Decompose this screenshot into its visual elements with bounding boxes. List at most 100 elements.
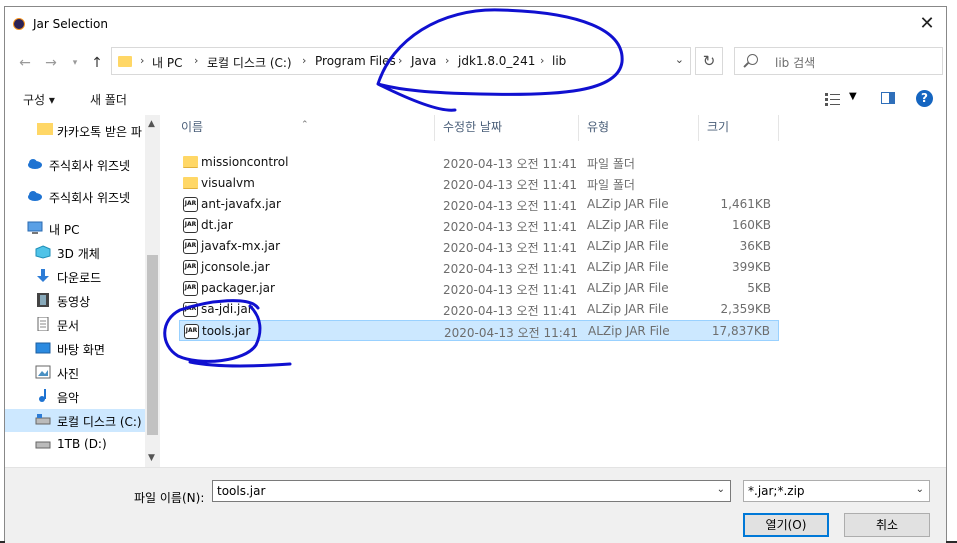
file-row[interactable]: JAR javafx-mx.jar 2020-04-13 오전 11:41 AL…	[179, 236, 779, 257]
filetype-value: *.jar;*.zip	[748, 484, 805, 498]
file-row[interactable]: JAR dt.jar 2020-04-13 오전 11:41 ALZip JAR…	[179, 215, 779, 236]
scrollbar-thumb[interactable]	[147, 255, 158, 435]
chevron-right-icon[interactable]: ›	[194, 54, 198, 67]
file-size: 5KB	[747, 281, 771, 295]
file-row[interactable]: missioncontrol 2020-04-13 오전 11:41 파일 폴더	[179, 152, 779, 173]
sidebar-item-local-disk[interactable]: 로컬 디스크 (C:)	[5, 409, 145, 432]
sidebar-item-music[interactable]: 음악	[5, 385, 145, 408]
filename-input[interactable]: tools.jar ⌄	[212, 480, 731, 502]
sidebar-item-desktop[interactable]: 바탕 화면	[5, 337, 145, 360]
file-type: ALZip JAR File	[588, 324, 670, 338]
column-header-date[interactable]: 수정한 날짜	[435, 115, 579, 141]
cancel-button[interactable]: 취소	[844, 513, 930, 537]
chevron-right-icon[interactable]: ›	[540, 54, 544, 67]
file-row-selected[interactable]: JAR tools.jar 2020-04-13 오전 11:41 ALZip …	[179, 320, 779, 341]
file-row[interactable]: JAR sa-jdi.jar 2020-04-13 오전 11:41 ALZip…	[179, 299, 779, 320]
forward-arrow-icon[interactable]: →	[41, 53, 61, 73]
file-row[interactable]: visualvm 2020-04-13 오전 11:41 파일 폴더	[179, 173, 779, 194]
dialog-footer: 파일 이름(N): tools.jar ⌄ *.jar;*.zip ⌄ 열기(O…	[5, 467, 946, 543]
file-row[interactable]: JAR ant-javafx.jar 2020-04-13 오전 11:41 A…	[179, 194, 779, 215]
file-name: sa-jdi.jar	[201, 302, 253, 316]
file-size: 160KB	[731, 218, 771, 232]
address-bar[interactable]: › 내 PC › 로컬 디스크 (C:) › Program Files › J…	[111, 47, 691, 75]
drive-icon	[35, 414, 51, 425]
column-header-size[interactable]: 크기	[699, 115, 779, 141]
view-options-icon[interactable]	[825, 92, 841, 106]
chevron-right-icon[interactable]: ›	[302, 54, 306, 67]
chevron-right-icon[interactable]: ›	[398, 54, 402, 67]
breadcrumb-local-disk[interactable]: 로컬 디스크 (C:)	[207, 54, 292, 71]
sidebar-item-onedrive-1[interactable]: 주식회사 위즈넷	[5, 153, 145, 176]
file-date: 2020-04-13 오전 11:41	[443, 262, 578, 276]
breadcrumb-program-files[interactable]: Program Files	[315, 54, 396, 68]
back-arrow-icon[interactable]: ←	[15, 53, 35, 73]
chevron-right-icon[interactable]: ›	[140, 54, 144, 67]
file-type: ALZip JAR File	[587, 281, 669, 295]
help-icon[interactable]: ?	[916, 90, 933, 107]
search-placeholder[interactable]: lib 검색	[775, 54, 815, 71]
file-size: 1,461KB	[720, 197, 771, 211]
jar-file-icon: JAR	[183, 218, 198, 233]
document-icon	[37, 317, 49, 331]
search-box[interactable]: lib 검색	[734, 47, 943, 75]
up-arrow-icon[interactable]: ↑	[87, 53, 107, 73]
sidebar-item-videos[interactable]: 동영상	[5, 289, 145, 312]
sidebar-item-d-drive[interactable]: 1TB (D:)	[5, 433, 145, 456]
sidebar-item-kakaotalk[interactable]: 카카오톡 받은 파	[5, 119, 145, 142]
eclipse-icon	[13, 18, 25, 30]
file-type: ALZip JAR File	[587, 260, 669, 274]
column-header-label: 이름	[181, 120, 204, 134]
file-date: 2020-04-13 오전 11:41	[443, 220, 578, 234]
column-header-type[interactable]: 유형	[579, 115, 699, 141]
file-date: 2020-04-13 오전 11:41	[443, 178, 578, 192]
breadcrumb-this-pc[interactable]: 내 PC	[152, 54, 182, 71]
open-button[interactable]: 열기(O)	[743, 513, 829, 537]
file-type: ALZip JAR File	[587, 218, 669, 232]
file-size: 36KB	[739, 239, 771, 253]
computer-icon	[27, 221, 43, 234]
sidebar-item-downloads[interactable]: 다운로드	[5, 265, 145, 288]
sidebar-item-3d-objects[interactable]: 3D 개체	[5, 241, 145, 264]
navigation-pane: 카카오톡 받은 파 주식회사 위즈넷 주식회사 위즈넷 내 PC 3D 개체 다…	[5, 115, 160, 467]
file-name: ant-javafx.jar	[201, 197, 281, 211]
scroll-down-icon[interactable]: ▼	[148, 453, 155, 463]
organize-button[interactable]: 구성 ▾	[23, 91, 55, 108]
preview-pane-icon[interactable]	[881, 92, 895, 104]
breadcrumb-java[interactable]: Java	[411, 54, 436, 68]
sidebar-item-onedrive-2[interactable]: 주식회사 위즈넷	[5, 185, 145, 208]
picture-icon	[35, 365, 51, 379]
sidebar-item-pictures[interactable]: 사진	[5, 361, 145, 384]
jar-file-icon: JAR	[184, 324, 199, 339]
desktop-icon	[35, 342, 51, 354]
scroll-up-icon[interactable]: ▲	[148, 119, 155, 129]
sidebar-item-label: 1TB (D:)	[57, 437, 107, 451]
view-dropdown-icon[interactable]: ▼	[849, 91, 857, 102]
folder-icon	[183, 177, 198, 189]
sidebar-item-label: 주식회사 위즈넷	[49, 159, 131, 173]
jar-file-icon: JAR	[183, 302, 198, 317]
breadcrumb-jdk[interactable]: jdk1.8.0_241	[458, 54, 535, 68]
filetype-select[interactable]: *.jar;*.zip ⌄	[743, 480, 930, 502]
sidebar-scrollbar[interactable]: ▲ ▼	[145, 115, 160, 467]
folder-icon	[183, 156, 198, 168]
file-name: packager.jar	[201, 281, 275, 295]
filename-value[interactable]: tools.jar	[217, 484, 265, 498]
chevron-down-icon[interactable]: ⌄	[916, 484, 924, 495]
file-row[interactable]: JAR jconsole.jar 2020-04-13 오전 11:41 ALZ…	[179, 257, 779, 278]
sidebar-item-documents[interactable]: 문서	[5, 313, 145, 336]
chevron-right-icon[interactable]: ›	[445, 54, 449, 67]
chevron-down-icon[interactable]: ⌄	[675, 53, 684, 66]
close-icon[interactable]: ✕	[916, 13, 938, 35]
refresh-icon[interactable]: ↻	[695, 47, 723, 75]
recent-locations-icon[interactable]: ▾	[65, 53, 85, 73]
new-folder-button[interactable]: 새 폴더	[90, 91, 127, 108]
drive-icon	[35, 441, 51, 449]
column-header-name[interactable]: 이름 ⌃	[173, 115, 435, 141]
sidebar-item-this-pc[interactable]: 내 PC	[5, 217, 145, 240]
file-name: visualvm	[201, 176, 255, 190]
file-row[interactable]: JAR packager.jar 2020-04-13 오전 11:41 ALZ…	[179, 278, 779, 299]
chevron-down-icon[interactable]: ⌄	[717, 484, 725, 495]
sidebar-item-label: 다운로드	[57, 271, 102, 285]
video-icon	[37, 293, 49, 307]
breadcrumb-lib[interactable]: lib	[552, 54, 566, 68]
